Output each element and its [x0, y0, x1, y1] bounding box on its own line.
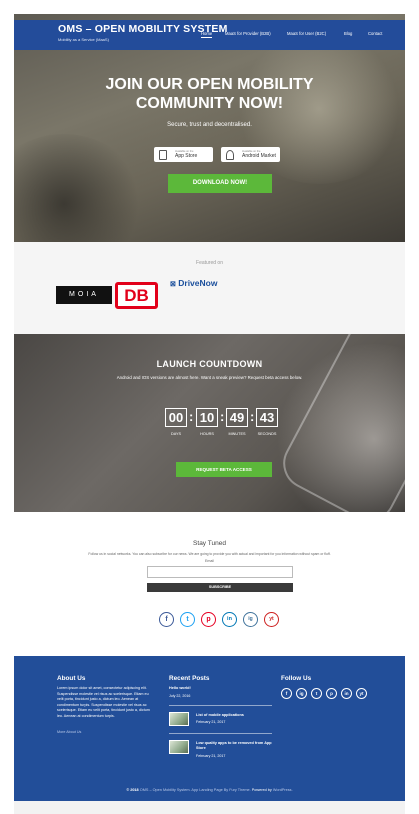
copyright-powered: Powered by — [251, 788, 272, 792]
stay-tuned-description: Follow us in social networks. You can al… — [88, 552, 331, 556]
hero-title-line2: COMMUNITY NOW! — [135, 95, 284, 112]
brand-tagline: Mobility as a Service (MaaS) — [58, 37, 109, 42]
stay-tuned-title: Stay Tuned — [193, 540, 226, 547]
email-label: Email — [205, 559, 214, 563]
more-about-us-link[interactable]: More About Us — [57, 730, 81, 734]
post-title[interactable]: Hello world! — [169, 686, 191, 691]
bottom-strip — [14, 801, 405, 814]
youtube-icon[interactable]: yt — [356, 688, 367, 699]
copyright-site[interactable]: OMS – Open Mobility System. App Landing … — [140, 788, 251, 792]
post-divider — [169, 733, 272, 734]
top-bar — [14, 0, 405, 14]
app-store-button[interactable]: Available on the App Store — [154, 147, 213, 162]
countdown-minutes: 49 — [226, 408, 248, 427]
moia-logo[interactable]: MOIA — [56, 286, 112, 304]
pinterest-icon[interactable]: p — [326, 688, 337, 699]
about-us-heading: About Us — [57, 675, 86, 682]
download-now-button[interactable]: DOWNLOAD NOW! — [168, 174, 272, 193]
pinterest-icon[interactable]: p — [201, 612, 216, 627]
hero-background-shadow — [14, 134, 144, 242]
post-date: February 21, 2017 — [196, 754, 226, 758]
navbar: OMS – OPEN MOBILITY SYSTEM Mobility as a… — [14, 20, 405, 50]
copyright-year: © 2018 — [126, 788, 139, 792]
wordpress-link[interactable]: WordPress. — [273, 788, 293, 792]
facebook-icon[interactable]: f — [159, 612, 174, 627]
nav-home[interactable]: Home — [201, 31, 213, 38]
countdown-minutes-label: MINUTES — [228, 432, 246, 436]
countdown-seconds: 43 — [256, 408, 278, 427]
hero-title-line1: JOIN OUR OPEN MOBILITY — [105, 76, 314, 93]
hero-section: OMS – OPEN MOBILITY SYSTEM Mobility as a… — [14, 14, 405, 242]
drivenow-label: DriveNow — [178, 278, 218, 288]
about-us-text: Lorem ipsum dolor sit amet, consectetur … — [57, 686, 150, 718]
twitter-icon[interactable]: t — [311, 688, 322, 699]
twitter-icon[interactable]: t — [180, 612, 195, 627]
hero-subtitle: Secure, trust and decentralised. — [167, 122, 252, 128]
post-title[interactable]: List of mobile applications — [196, 713, 274, 718]
subscribe-button[interactable]: SUBSCRIBE — [147, 583, 293, 592]
featured-section: Featured on MOIA DB ⊠ DriveNow — [14, 242, 405, 334]
post-thumbnail[interactable] — [169, 712, 189, 726]
app-store-label: App Store — [175, 153, 198, 159]
countdown-separator: : — [189, 409, 194, 424]
post-date: February 21, 2017 — [196, 720, 226, 724]
countdown-days-label: DAYS — [170, 432, 182, 436]
facebook-icon[interactable]: f — [281, 688, 292, 699]
post-title[interactable]: Low quality apps to be removed from App … — [196, 741, 276, 751]
countdown-subtitle: Android and IOS versions are almost here… — [116, 375, 303, 380]
post-thumbnail[interactable] — [169, 740, 189, 754]
countdown-separator: : — [250, 409, 255, 424]
copyright: © 2018 OMS – Open Mobility System. App L… — [14, 788, 405, 792]
countdown-title: LAUNCH COUNTDOWN — [156, 359, 263, 369]
linkedin-icon[interactable]: in — [222, 612, 237, 627]
countdown-days: 00 — [165, 408, 187, 427]
nav-maas-user[interactable]: MaaS for User (B2C) — [287, 31, 326, 36]
countdown-section: LAUNCH COUNTDOWN Android and IOS version… — [14, 334, 405, 512]
post-date: July 22, 2016 — [169, 694, 191, 698]
apple-device-icon — [159, 149, 167, 160]
nav-maas-provider[interactable]: MaaS for Provider (B2B) — [225, 31, 271, 36]
post-divider — [169, 705, 272, 706]
nav-contact[interactable]: Contact — [368, 31, 382, 36]
countdown-seconds-label: SECONDS — [257, 432, 277, 436]
instagram-icon[interactable]: ig — [243, 612, 258, 627]
countdown-hours: 10 — [196, 408, 218, 427]
countdown-separator: : — [220, 409, 225, 424]
nav-blog[interactable]: Blog — [344, 31, 352, 36]
linkedin-icon[interactable]: in — [341, 688, 352, 699]
db-logo[interactable]: DB — [115, 282, 158, 309]
recent-posts-heading: Recent Posts — [169, 675, 210, 682]
instagram-icon[interactable]: ig — [296, 688, 307, 699]
drivenow-logo[interactable]: ⊠ DriveNow — [170, 278, 217, 288]
request-beta-button[interactable]: REQUEST BETA ACCESS — [176, 462, 272, 477]
featured-label: Featured on — [196, 260, 223, 266]
follow-us-heading: Follow Us — [281, 675, 312, 682]
footer: About Us Lorem ipsum dolor sit amet, con… — [14, 656, 405, 801]
countdown-hours-label: HOURS — [200, 432, 214, 436]
youtube-icon[interactable]: yt — [264, 612, 279, 627]
android-market-label: Android Market — [242, 153, 276, 159]
email-input[interactable] — [147, 566, 293, 578]
android-market-button[interactable]: Available on the Android Market — [221, 147, 280, 162]
android-icon — [226, 149, 234, 160]
